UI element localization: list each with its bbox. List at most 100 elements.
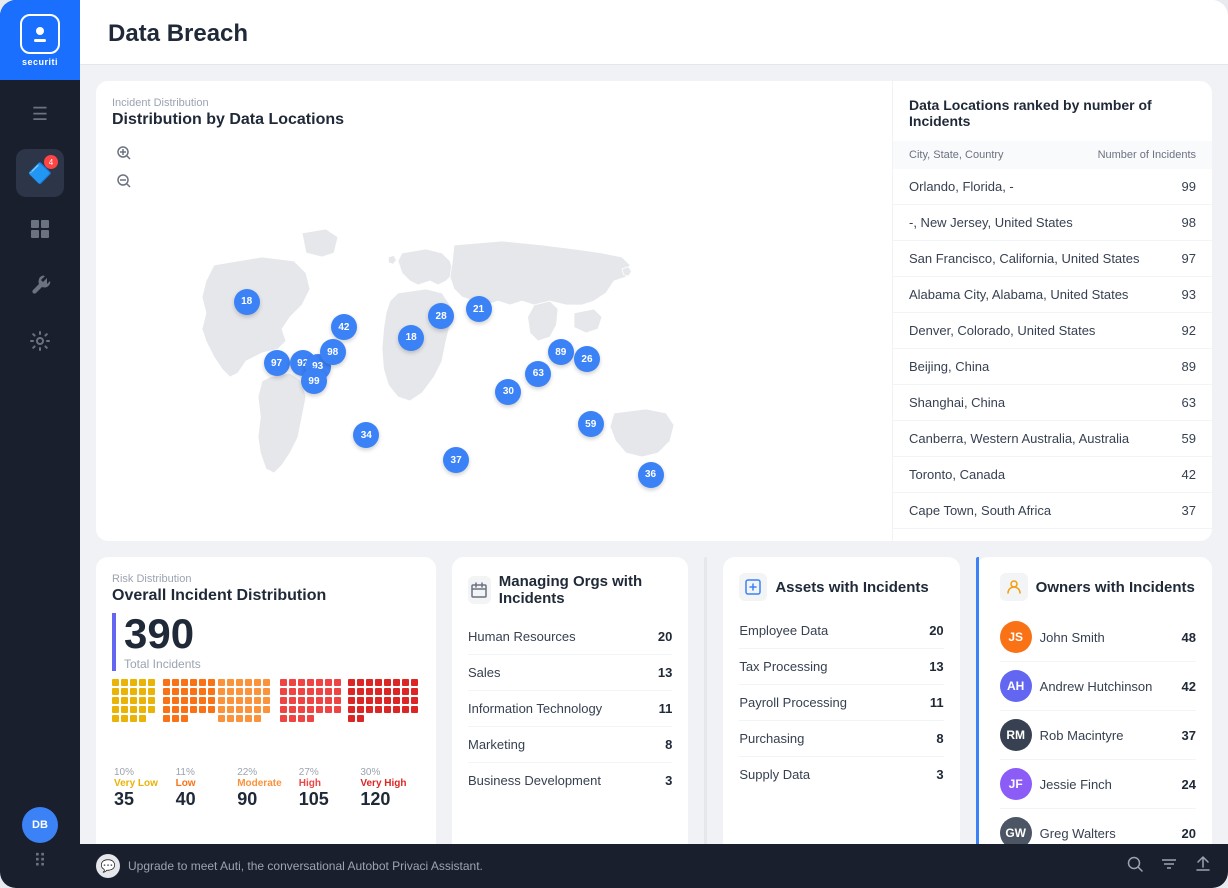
- sidebar-item-wrench[interactable]: [16, 261, 64, 309]
- owners-panel-title: Owners with Incidents: [1036, 579, 1195, 596]
- total-incidents-number: 390: [124, 613, 420, 655]
- owner-avatar-jf: JF: [1000, 768, 1032, 800]
- location-row: San Francisco, California, United States…: [893, 241, 1212, 277]
- owners-panel-icon: [1000, 573, 1028, 601]
- location-row: Toronto, Canada 42: [893, 457, 1212, 493]
- search-action-button[interactable]: [1126, 855, 1144, 878]
- assets-panel-title: Assets with Incidents: [775, 579, 928, 596]
- asset-row-supply: Supply Data 3: [739, 757, 943, 792]
- risk-title: Overall Incident Distribution: [112, 587, 420, 605]
- location-row: Cape Town, South Africa 37: [893, 493, 1212, 529]
- map-pin-59[interactable]: 59: [578, 411, 604, 437]
- owner-row-jessie: JF Jessie Finch 24: [1000, 760, 1196, 809]
- owner-avatar-ah: AH: [1000, 670, 1032, 702]
- managing-row-sales: Sales 13: [468, 655, 672, 691]
- zoom-out-button[interactable]: [112, 169, 136, 193]
- map-pin-98[interactable]: 98: [320, 339, 346, 365]
- menu-toggle[interactable]: ☰: [0, 88, 80, 141]
- map-pin-34[interactable]: 34: [353, 422, 379, 448]
- owner-row-rob: RM Rob Macintyre 37: [1000, 711, 1196, 760]
- sidebar-nav: 🔷 4: [16, 141, 64, 791]
- app-container: securiti ☰ 🔷 4: [0, 0, 1228, 888]
- owners-panel: Owners with Incidents JS John Smith 48: [976, 557, 1212, 844]
- assets-panel: Assets with Incidents Employee Data 20 T…: [723, 557, 959, 844]
- risk-stat-high: 27% High 105: [297, 763, 359, 814]
- asset-row-purchasing: Purchasing 8: [739, 721, 943, 757]
- locations-col1-header: City, State, Country: [909, 149, 1004, 161]
- risk-stat-moderate: 22% Moderate 90: [235, 763, 297, 814]
- map-pin-37[interactable]: 37: [443, 447, 469, 473]
- page-title: Data Breach: [108, 20, 1200, 48]
- map-subtitle: Incident Distribution: [112, 97, 860, 109]
- location-row: Beijing, China 89: [893, 349, 1212, 385]
- map-title: Distribution by Data Locations: [112, 111, 860, 129]
- panel-divider: [704, 557, 707, 844]
- assets-panel-header: Assets with Incidents: [739, 573, 943, 601]
- managing-panel-icon: [468, 576, 491, 604]
- zoom-in-button[interactable]: [112, 141, 136, 165]
- share-action-button[interactable]: [1194, 855, 1212, 878]
- map-pin-30[interactable]: 30: [495, 379, 521, 405]
- sidebar-item-shield[interactable]: 🔷 4: [16, 149, 64, 197]
- sidebar-dots-icon[interactable]: ⠿: [33, 851, 46, 872]
- risk-stats: 10% Very Low 35 11% Low 40 22% Moderate: [112, 763, 420, 814]
- assets-panel-icon: [739, 573, 767, 601]
- logo-text: securiti: [22, 57, 58, 67]
- map-pin-97[interactable]: 97: [264, 350, 290, 376]
- risk-panel: Risk Distribution Overall Incident Distr…: [96, 557, 436, 844]
- risk-subtitle: Risk Distribution: [112, 573, 420, 585]
- map-header: Incident Distribution Distribution by Da…: [112, 97, 860, 129]
- owner-avatar-js: JS: [1000, 621, 1032, 653]
- user-avatar[interactable]: DB: [22, 807, 58, 843]
- asset-row-tax: Tax Processing 13: [739, 649, 943, 685]
- map-pin-89[interactable]: 89: [548, 339, 574, 365]
- owner-row-john-smith: JS John Smith 48: [1000, 613, 1196, 662]
- owners-panel-header: Owners with Incidents: [1000, 573, 1196, 601]
- managing-row-marketing: Marketing 8: [468, 727, 672, 763]
- map-pin-21[interactable]: 21: [466, 296, 492, 322]
- top-panel: Incident Distribution Distribution by Da…: [96, 81, 1212, 541]
- owners-accent-bar: [976, 557, 979, 844]
- managing-row-hr: Human Resources 20: [468, 619, 672, 655]
- locations-table-header: City, State, Country Number of Incidents: [893, 141, 1212, 169]
- chat-hint-text: Upgrade to meet Auti, the conversational…: [128, 859, 483, 873]
- filter-action-button[interactable]: [1160, 855, 1178, 878]
- owner-row-andrew: AH Andrew Hutchinson 42: [1000, 662, 1196, 711]
- map-pin-18a[interactable]: 18: [234, 289, 260, 315]
- risk-stat-very-high: 30% Very High 120: [358, 763, 420, 814]
- locations-panel: Data Locations ranked by number of Incid…: [892, 81, 1212, 541]
- owner-row-greg: GW Greg Walters 20: [1000, 809, 1196, 844]
- sidebar-logo[interactable]: securiti: [0, 0, 80, 80]
- managing-row-it: Information Technology 11: [468, 691, 672, 727]
- location-row: -, New Jersey, United States 98: [893, 205, 1212, 241]
- chat-hint: 💬 Upgrade to meet Auti, the conversation…: [96, 854, 483, 878]
- world-map: 18 42 97 92 93 98 99 18 28 21 30 34 37 5…: [112, 201, 860, 541]
- location-row: Alabama City, Alabama, United States 93: [893, 277, 1212, 313]
- map-pin-63[interactable]: 63: [525, 361, 551, 387]
- map-pin-99[interactable]: 99: [301, 368, 327, 394]
- chat-bubble-icon: 💬: [96, 854, 120, 878]
- main-content: Data Breach Incident Distribution Distri…: [80, 0, 1228, 888]
- locations-col2-header: Number of Incidents: [1098, 149, 1196, 161]
- map-pin-42[interactable]: 42: [331, 314, 357, 340]
- sidebar-item-settings[interactable]: [16, 317, 64, 365]
- sidebar: securiti ☰ 🔷 4: [0, 0, 80, 888]
- map-controls: [112, 141, 860, 193]
- map-pin-28[interactable]: 28: [428, 303, 454, 329]
- managing-panel-header: Managing Orgs with Incidents: [468, 573, 672, 607]
- asset-row-payroll: Payroll Processing 11: [739, 685, 943, 721]
- map-pin-26[interactable]: 26: [574, 346, 600, 372]
- content-area: Incident Distribution Distribution by Da…: [80, 65, 1228, 844]
- map-section: Incident Distribution Distribution by Da…: [96, 81, 876, 541]
- total-incidents-box: 390 Total Incidents: [112, 613, 420, 671]
- sidebar-item-grid[interactable]: [16, 205, 64, 253]
- location-row: Shanghai, China 63: [893, 385, 1212, 421]
- risk-stat-very-low: 10% Very Low 35: [112, 763, 174, 814]
- managing-panel: Managing Orgs with Incidents Human Resou…: [452, 557, 688, 844]
- asset-row-employee: Employee Data 20: [739, 613, 943, 649]
- bottom-panels: Risk Distribution Overall Incident Distr…: [96, 557, 1212, 844]
- risk-stat-low: 11% Low 40: [174, 763, 236, 814]
- map-pin-36[interactable]: 36: [638, 462, 664, 488]
- location-row: Orlando, Florida, - 99: [893, 169, 1212, 205]
- map-pin-18b[interactable]: 18: [398, 325, 424, 351]
